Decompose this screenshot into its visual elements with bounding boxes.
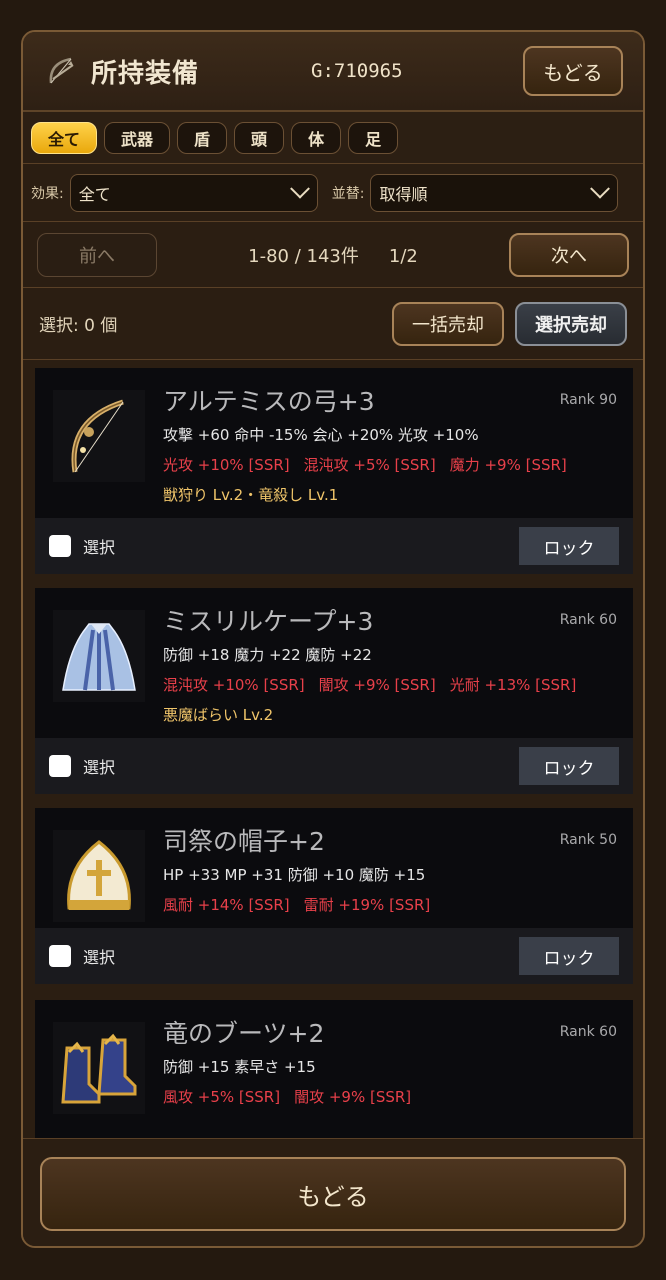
item-name: 司祭の帽子+2 <box>163 827 325 856</box>
page-info: 1-80 / 143件 1/2 <box>157 242 509 268</box>
item-name: アルテミスの弓+3 <box>163 387 375 416</box>
sort-select[interactable]: 取得順 <box>370 173 619 212</box>
item-body[interactable]: 司祭の帽子+2 Rank 50 HP +33 MP +31 防御 +10 魔防 … <box>35 808 633 928</box>
sub-stat: 混沌攻 +5% [SSR] <box>303 456 436 474</box>
select-label: 選択 <box>83 758 116 777</box>
item-stats: 防御 +18 魔力 +22 魔防 +22 <box>163 646 372 664</box>
sub-stat: 魔力 +9% [SSR] <box>449 456 567 474</box>
item-skills: 獣狩り Lv.2・竜殺し Lv.1 <box>163 486 339 504</box>
page-title: 所持装備 <box>91 58 200 89</box>
page-number: 1/2 <box>388 245 418 267</box>
bottom-bar: もどる <box>23 1138 643 1246</box>
sort-select-value: 取得順 <box>379 184 428 204</box>
cape-icon <box>53 610 145 702</box>
sub-stat: 雷耐 +19% [SSR] <box>303 896 431 914</box>
item-sub-stats: 混沌攻 +10% [SSR] 闇攻 +9% [SSR] 光耐 +13% [SSR] <box>163 674 590 695</box>
item-rank: Rank 50 <box>559 832 617 848</box>
boots-icon <box>53 1022 145 1114</box>
mitre-hat-icon <box>53 830 145 922</box>
item-stats: HP +33 MP +31 防御 +10 魔防 +15 <box>163 866 426 884</box>
pager: 前へ 1-80 / 143件 1/2 次へ <box>23 222 643 288</box>
sub-stat: 闇攻 +9% [SSR] <box>318 676 436 694</box>
sub-stat: 闇攻 +9% [SSR] <box>294 1088 412 1106</box>
sort-label: 並替: <box>331 185 365 202</box>
sub-stat: 風耐 +14% [SSR] <box>163 896 290 914</box>
footer-back-button[interactable]: もどる <box>40 1157 626 1231</box>
item-name: ミスリルケープ+3 <box>163 607 374 636</box>
item-rank: Rank 60 <box>559 612 617 628</box>
select-checkbox[interactable] <box>49 535 71 557</box>
bow-icon <box>53 390 145 482</box>
next-page-button[interactable]: 次へ <box>509 232 629 277</box>
select-checkbox[interactable] <box>49 945 71 967</box>
select-label: 選択 <box>83 948 116 967</box>
item-sub-stats: 風攻 +5% [SSR] 闇攻 +9% [SSR] <box>163 1086 425 1107</box>
list-item: 司祭の帽子+2 Rank 50 HP +33 MP +31 防御 +10 魔防 … <box>35 808 633 984</box>
lock-button[interactable]: ロック <box>519 747 619 785</box>
list-item: ミスリルケープ+3 Rank 60 防御 +18 魔力 +22 魔防 +22 混… <box>35 588 633 794</box>
equipment-panel: 所持装備 G:710965 もどる 全て 武器 盾 頭 体 足 効果: 全て 並… <box>21 30 645 1248</box>
tab-feet[interactable]: 足 <box>348 121 399 154</box>
sub-stat: 混沌攻 +10% [SSR] <box>163 676 305 694</box>
sub-stat: 光耐 +13% [SSR] <box>449 676 577 694</box>
item-stats: 防御 +15 素早さ +15 <box>163 1058 316 1076</box>
sell-all-button[interactable]: 一括売却 <box>392 301 504 346</box>
item-sub-stats: 風耐 +14% [SSR] 雷耐 +19% [SSR] <box>163 894 444 915</box>
item-body[interactable]: 竜のブーツ+2 Rank 60 防御 +15 素早さ +15 風攻 +5% [S… <box>35 1000 633 1138</box>
tab-head[interactable]: 頭 <box>234 121 285 154</box>
list-item: アルテミスの弓+3 Rank 90 攻撃 +60 命中 -15% 会心 +20%… <box>35 368 633 574</box>
item-name: 竜のブーツ+2 <box>163 1019 325 1048</box>
tab-weapon[interactable]: 武器 <box>104 121 171 154</box>
category-tabs: 全て 武器 盾 頭 体 足 <box>23 112 643 164</box>
selection-row: 選択: 0 個 一括売却 選択売却 <box>23 288 643 360</box>
bow-icon <box>49 57 74 84</box>
item-skills: 悪魔ばらい Lv.2 <box>163 706 274 724</box>
select-checkbox[interactable] <box>49 755 71 777</box>
item-rank: Rank 60 <box>559 1024 617 1040</box>
select-label: 選択 <box>83 538 116 557</box>
item-rank: Rank 90 <box>559 392 617 408</box>
gold-amount: G:710965 <box>311 60 403 82</box>
filter-row: 効果: 全て 並替: 取得順 <box>23 164 643 222</box>
item-body[interactable]: アルテミスの弓+3 Rank 90 攻撃 +60 命中 -15% 会心 +20%… <box>35 368 633 518</box>
item-footer: 選択 ロック <box>35 928 633 984</box>
back-button[interactable]: もどる <box>523 46 623 96</box>
list-item: 竜のブーツ+2 Rank 60 防御 +15 素早さ +15 風攻 +5% [S… <box>35 1000 633 1138</box>
item-footer: 選択 ロック <box>35 518 633 574</box>
chevron-down-icon <box>590 178 611 199</box>
effect-label: 効果: <box>31 185 64 202</box>
tab-body[interactable]: 体 <box>291 121 342 154</box>
chevron-down-icon <box>289 178 310 199</box>
lock-button[interactable]: ロック <box>519 527 619 565</box>
sub-stat: 風攻 +5% [SSR] <box>163 1088 281 1106</box>
item-range: 1-80 / 143件 <box>248 245 359 267</box>
item-footer: 選択 ロック <box>35 738 633 794</box>
tab-all[interactable]: 全て <box>31 121 98 154</box>
tab-shield[interactable]: 盾 <box>177 121 228 154</box>
header: 所持装備 G:710965 もどる <box>23 32 643 112</box>
effect-select-value: 全て <box>78 184 111 204</box>
item-stats: 攻撃 +60 命中 -15% 会心 +20% 光攻 +10% <box>163 426 479 444</box>
item-sub-stats: 光攻 +10% [SSR] 混沌攻 +5% [SSR] 魔力 +9% [SSR] <box>163 454 581 475</box>
lock-button[interactable]: ロック <box>519 937 619 975</box>
item-body[interactable]: ミスリルケープ+3 Rank 60 防御 +18 魔力 +22 魔防 +22 混… <box>35 588 633 738</box>
sell-selected-button[interactable]: 選択売却 <box>515 301 627 346</box>
selected-count: 選択: 0 個 <box>39 316 118 336</box>
sub-stat: 光攻 +10% [SSR] <box>163 456 290 474</box>
effect-select[interactable]: 全て <box>69 173 318 212</box>
prev-page-button[interactable]: 前へ <box>37 232 157 277</box>
equipment-list[interactable]: アルテミスの弓+3 Rank 90 攻撃 +60 命中 -15% 会心 +20%… <box>23 360 643 1138</box>
